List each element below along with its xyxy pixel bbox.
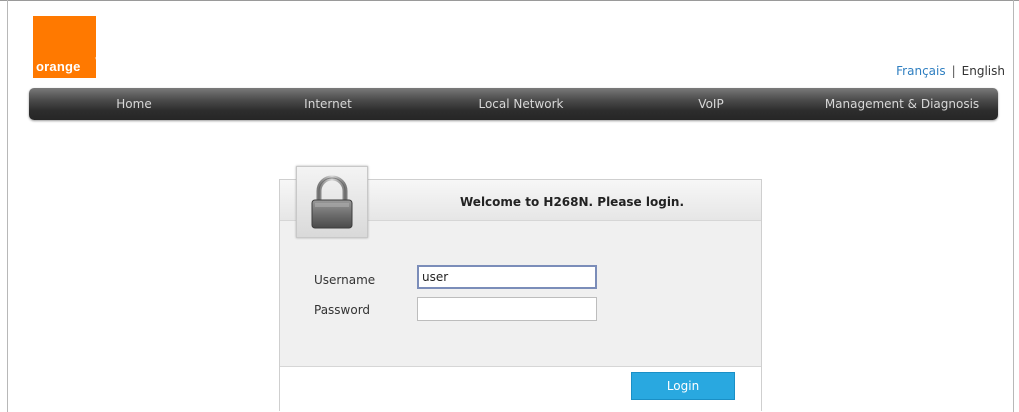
nav-local-network[interactable]: Local Network <box>469 88 573 120</box>
password-label: Password <box>314 303 371 317</box>
lang-english-link[interactable]: English <box>962 64 1005 78</box>
padlock-icon <box>311 175 353 229</box>
window-top-border <box>0 0 1019 1</box>
window-left-border <box>7 0 8 412</box>
username-input[interactable] <box>417 265 597 289</box>
nav-voip[interactable]: VoIP <box>689 88 733 120</box>
window-right-border <box>1013 0 1014 412</box>
nav-internet[interactable]: Internet <box>297 88 359 120</box>
username-label: Username <box>314 273 376 287</box>
lock-icon-box <box>296 166 368 238</box>
main-navigation: Home Internet Local Network VoIP Managem… <box>29 88 998 120</box>
logo-text: orange <box>36 59 81 74</box>
nav-home[interactable]: Home <box>106 88 162 120</box>
nav-management-diagnosis[interactable]: Management & Diagnosis <box>820 88 984 120</box>
orange-logo[interactable]: orange ™ <box>33 16 100 78</box>
password-input[interactable] <box>417 297 597 321</box>
logo-trademark: ™ <box>94 57 100 64</box>
login-panel-footer: Login <box>280 366 761 411</box>
login-button[interactable]: Login <box>631 372 735 400</box>
login-welcome-title: Welcome to H268N. Please login. <box>460 195 685 209</box>
lang-french-link[interactable]: Français <box>896 64 945 78</box>
lang-separator: | <box>951 64 956 78</box>
language-switcher: Français | English <box>896 64 1005 78</box>
